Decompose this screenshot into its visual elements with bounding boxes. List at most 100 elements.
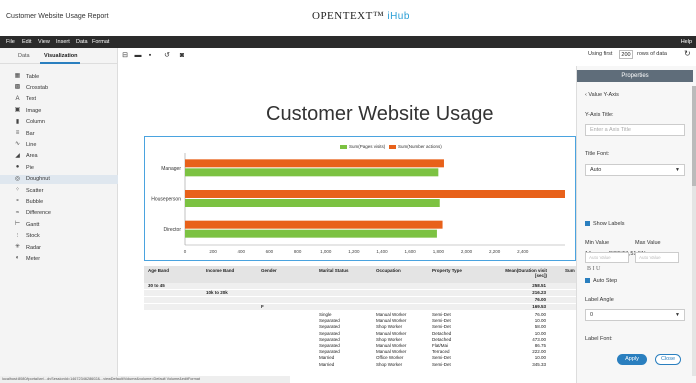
menu-view[interactable]: View: [38, 39, 50, 45]
x-tick-label: 2,000: [461, 249, 473, 254]
menu-file[interactable]: File: [6, 39, 15, 45]
category-label: Director: [163, 227, 181, 233]
vis-item-radar[interactable]: ✳ Radar: [0, 243, 118, 252]
x-tick-label: 400: [238, 249, 246, 254]
cell-property-type: Semi-Det: [432, 318, 451, 324]
back-link[interactable]: ‹ Value Y-Axis: [585, 92, 619, 98]
cell-property-type: Flat/Mai: [432, 343, 449, 348]
vis-item-pie[interactable]: ● Pie: [0, 163, 118, 172]
properties-scrollbar-thumb[interactable]: [692, 86, 696, 186]
vis-item-label: Bubble: [26, 198, 44, 205]
header-age-band[interactable]: Age Band: [148, 268, 169, 273]
vis-item-label: Area: [26, 153, 38, 160]
checkbox-checked-icon: [585, 278, 590, 284]
cell-age-band: 30 to 45: [148, 283, 165, 288]
report-canvas: Customer Website Usage Sum(Pages visits)…: [128, 66, 576, 383]
yaxis-title-label: Y-Axis Title:: [585, 112, 614, 118]
save-icon[interactable]: ▪: [146, 52, 154, 60]
preview-icon[interactable]: ◙: [178, 52, 186, 60]
bar-pages-visits: [185, 168, 439, 177]
header-occupation[interactable]: Occupation: [376, 268, 401, 273]
header-gender[interactable]: Gender: [261, 268, 277, 273]
label-angle-select[interactable]: 0 ▼: [585, 309, 685, 321]
vis-item-text[interactable]: A Text: [0, 95, 118, 104]
table-row: Married Shop Worker Semi-Det 345.33: [144, 362, 576, 368]
title-font-label: Title Font:: [585, 151, 610, 157]
tab-data[interactable]: Data: [18, 53, 30, 59]
cell-mean: 258.51: [532, 283, 546, 288]
vis-item-difference[interactable]: ≈ Difference: [0, 209, 118, 218]
table-header: Age Band Income Band Gender Marital Stat…: [144, 266, 576, 283]
vis-item-label: Scatter: [26, 187, 44, 194]
vis-item-stock[interactable]: ⫶ Stock: [0, 232, 118, 241]
menu-insert[interactable]: Insert: [56, 39, 70, 45]
close-button[interactable]: Close: [655, 354, 681, 365]
vis-item-table[interactable]: ▦ Table: [0, 72, 118, 81]
vis-item-column[interactable]: ▮ Column: [0, 118, 118, 127]
vis-item-label: Crosstab: [26, 84, 49, 91]
x-tick-label: 1,400: [376, 249, 388, 254]
vis-item-label: Line: [26, 141, 37, 148]
doughnut-chart-icon: ◎: [14, 175, 21, 182]
bar-number-actions: [185, 220, 443, 229]
cell-mean: 10.00: [534, 318, 546, 324]
yaxis-title-input[interactable]: Enter a Axis Title: [585, 124, 685, 136]
rows-input[interactable]: 200: [619, 50, 633, 59]
vis-item-meter[interactable]: ◐ Meter: [0, 254, 118, 263]
max-value-input[interactable]: Auto Value: [635, 252, 679, 263]
cell-property-type: Detached: [432, 336, 452, 342]
show-labels-checkbox[interactable]: Show Labels: [585, 221, 625, 227]
max-value-label: Max Value: [635, 240, 661, 246]
header-property-type[interactable]: Property Type: [432, 268, 462, 273]
min-value-input[interactable]: Auto Value: [585, 252, 629, 263]
vis-item-scatter[interactable]: ⁘ Scatter: [0, 186, 118, 195]
table-row: Single Manual Worker Semi-Det 76.00: [144, 312, 576, 318]
menu-data[interactable]: Data: [76, 39, 88, 45]
title-font-select[interactable]: Auto ▼: [585, 164, 685, 176]
font-style-buttons[interactable]: B I U: [587, 266, 600, 272]
column-chart-icon: ▮: [15, 118, 20, 125]
header-marital-status[interactable]: Marital Status: [319, 268, 349, 273]
cell-marital-status: Separated: [319, 336, 340, 342]
vis-item-crosstab[interactable]: ▩ Crosstab: [0, 83, 118, 92]
vis-item-image[interactable]: ▣ Image: [0, 106, 118, 115]
tab-visualization[interactable]: Visualization: [44, 53, 78, 59]
cell-property-type: Semi-Det: [432, 361, 451, 367]
cell-marital-status: Separated: [319, 318, 340, 324]
vis-item-bar[interactable]: ≡ Bar: [0, 129, 118, 138]
apply-button[interactable]: Apply: [617, 354, 647, 365]
app-window: Customer Website Usage Report OPENTEXT™ …: [0, 0, 696, 383]
auto-step-checkbox[interactable]: Auto Step: [585, 278, 617, 284]
vis-item-bubble[interactable]: ∘ Bubble: [0, 197, 118, 206]
cell-marital-status: Married: [319, 361, 335, 367]
menu-format[interactable]: Format: [92, 39, 109, 45]
cell-marital-status: Separated: [319, 343, 340, 348]
vis-item-gantt[interactable]: ⊢ Gantt: [0, 220, 118, 229]
menu-edit[interactable]: Edit: [22, 39, 31, 45]
x-tick-label: 1,800: [433, 249, 445, 254]
menu-help[interactable]: Help: [681, 39, 692, 45]
area-chart-icon: ◢: [15, 152, 20, 159]
bar-chart-icon: ≡: [15, 130, 20, 136]
open-folder-icon[interactable]: ▬: [134, 52, 142, 60]
cell-gender: F: [261, 304, 264, 309]
header-income-band[interactable]: Income Band: [206, 268, 234, 273]
bar-chart[interactable]: Sum(Pages visits) Sum(Number actions) 02…: [144, 136, 576, 261]
back-label: Value Y-Axis: [588, 92, 619, 98]
header-sum[interactable]: Sum: [565, 268, 575, 273]
table-row: Married Office Worker Semi-Det 10.00: [144, 355, 576, 361]
layout-icon[interactable]: ⊟: [121, 52, 129, 60]
title-font-value: Auto: [590, 167, 602, 173]
cell-mean: 76.00: [534, 297, 546, 302]
vis-item-line[interactable]: ∿ Line: [0, 140, 118, 149]
refresh-icon[interactable]: ↻: [684, 49, 691, 58]
pie-chart-icon: ●: [15, 164, 20, 171]
vis-item-area[interactable]: ◢ Area: [0, 152, 118, 161]
cell-mean: 216.23: [532, 290, 546, 295]
table-icon: ▦: [14, 73, 21, 79]
cell-marital-status: Separated: [319, 324, 340, 330]
undo-icon[interactable]: ↺: [163, 52, 171, 60]
vis-item-doughnut[interactable]: ◎ Doughnut: [0, 174, 118, 184]
header-mean-duration[interactable]: Mean(Duration visit [sec]): [499, 268, 547, 278]
cell-property-type: Semi-Det: [432, 312, 451, 317]
